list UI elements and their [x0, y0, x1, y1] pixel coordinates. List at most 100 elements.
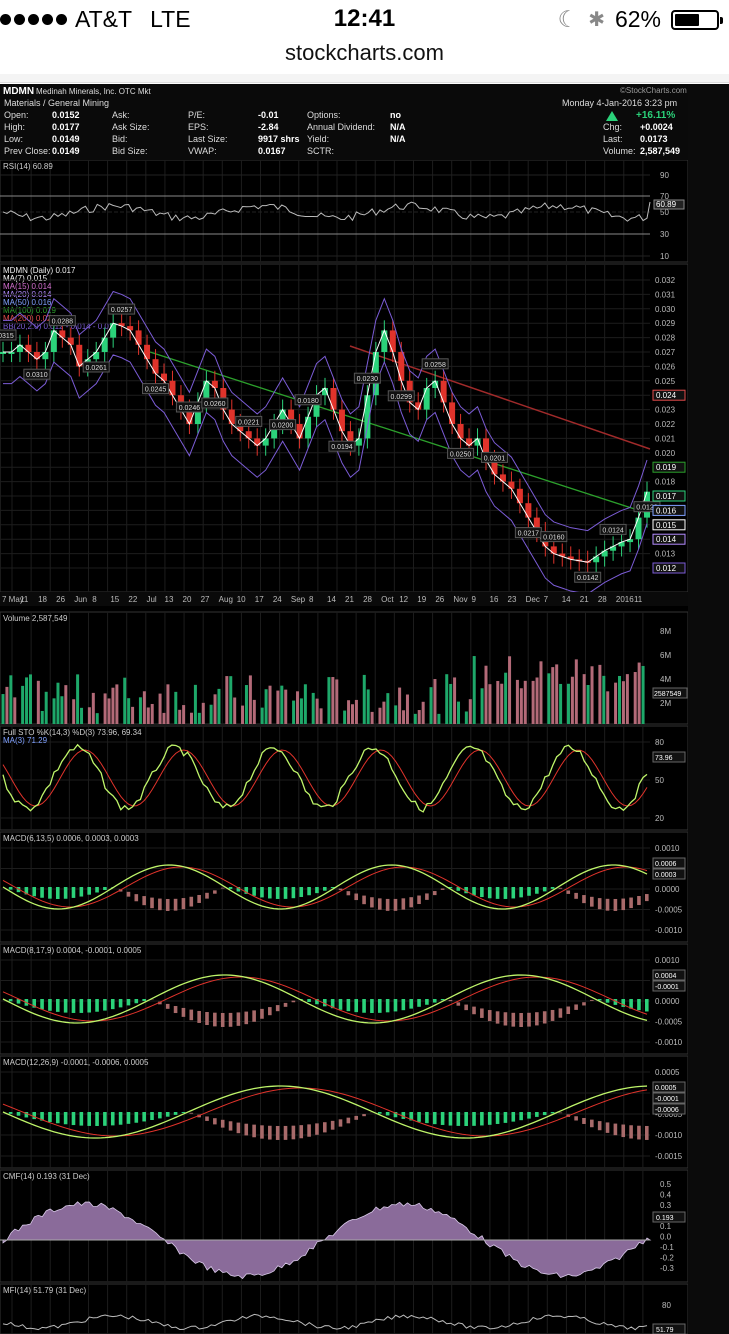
price-tag-value: 0.012: [656, 564, 677, 573]
macd3-panel-histogram: [362, 1114, 366, 1117]
volume-bar: [570, 676, 574, 724]
macd2-panel-histogram: [275, 1005, 280, 1012]
volume-bar: [535, 677, 539, 724]
macd2-panel-histogram: [307, 999, 311, 1003]
volume-bar: [252, 699, 256, 724]
price-candle: [338, 409, 345, 432]
macd2-panel-histogram: [409, 999, 413, 1009]
address-bar[interactable]: stockcharts.com: [0, 40, 729, 70]
stat-label: Bid Size:: [112, 146, 148, 156]
price-candle: [296, 424, 303, 439]
stat-label: Last:: [603, 134, 623, 144]
page-margin: [688, 84, 729, 1334]
macd3-panel-histogram: [425, 1112, 429, 1124]
volume-bar: [602, 675, 606, 724]
macd1-panel-histogram: [8, 887, 13, 890]
macd3-panel-histogram: [48, 1112, 52, 1123]
macd3-panel-histogram: [574, 1116, 578, 1121]
macd3-panel-histogram: [103, 1112, 107, 1126]
price-annotation: 0.0310: [26, 372, 48, 379]
volume-bar: [519, 688, 523, 724]
stock-chart[interactable]: MDMN Medinah Minerals, Inc. OTC Mkt Mate…: [0, 84, 688, 1334]
stat-value: 9917 shrs: [258, 134, 300, 144]
volume-bar: [354, 699, 358, 724]
macd1-panel-histogram: [487, 887, 492, 899]
macd2-panel-histogram: [472, 1006, 476, 1015]
price-annotation: 0.0261: [85, 365, 107, 372]
macd1-panel-histogram: [48, 887, 52, 899]
macd1-panel-histogram: [535, 887, 539, 894]
price-annotation: 0.0194: [331, 444, 353, 451]
stat-label: High:: [4, 122, 26, 132]
macd3-panel-histogram: [205, 1116, 209, 1121]
macd1-panel-histogram: [495, 887, 500, 899]
price-annotation: 0.0250: [450, 451, 472, 458]
macd3-panel-histogram: [590, 1119, 594, 1128]
price-annotation: 0.0180: [297, 398, 319, 405]
macd2-panel-histogram: [291, 1000, 296, 1003]
volume-tick: 6M: [660, 651, 671, 660]
macd2-panel-histogram: [87, 999, 91, 1013]
stat-label: VWAP:: [188, 146, 217, 156]
price-tag-value: 0.014: [656, 535, 677, 544]
macd3-panel-histogram: [377, 1112, 382, 1114]
macd1-panel-histogram: [440, 888, 445, 890]
macd3-panel-histogram: [71, 1112, 76, 1126]
rsi-tag-value: 60.89: [656, 200, 677, 209]
macd3-panel-histogram: [79, 1112, 84, 1126]
macd1-panel-tag-value: 0.0006: [655, 861, 677, 868]
x-axis-label: 8: [309, 595, 314, 604]
x-axis-label: 22: [128, 595, 137, 604]
stat-value: -0.01: [258, 110, 279, 120]
stat-label: Annual Dividend:: [307, 122, 376, 132]
macd3-panel-histogram: [283, 1125, 288, 1140]
volume-bar: [268, 685, 272, 724]
volume-bar: [9, 675, 13, 724]
macd2-panel-histogram: [126, 999, 131, 1006]
volume-bar: [551, 667, 555, 724]
volume-bar: [523, 680, 527, 724]
macd3-panel-histogram: [158, 1112, 162, 1119]
price-annotation: 0.0142: [577, 575, 599, 582]
x-axis-label: 21: [580, 595, 589, 604]
macd2-panel-histogram: [495, 1011, 500, 1024]
macd2-panel-histogram: [205, 1012, 209, 1026]
macd2-panel-histogram: [71, 999, 76, 1013]
volume-bar: [311, 692, 315, 724]
macd1-panel-histogram: [103, 887, 107, 891]
macd2-panel-histogram: [527, 1012, 531, 1027]
price-tick: 0.026: [655, 362, 676, 371]
volume-bar: [417, 710, 421, 724]
volume-bar: [637, 662, 641, 724]
stat-value: N/A: [390, 134, 406, 144]
x-axis-label: 8: [92, 595, 97, 604]
volume-bar: [378, 707, 382, 724]
x-axis-label: 26: [435, 595, 444, 604]
macd3-panel-histogram: [8, 1112, 13, 1114]
macd3-panel-histogram: [464, 1112, 468, 1126]
volume-bar: [464, 711, 468, 724]
cmf-tick: -0.2: [660, 1254, 674, 1263]
volume-bar: [437, 713, 441, 724]
macd1-panel-histogram: [323, 887, 327, 891]
stat-label: EPS:: [188, 122, 209, 132]
volume-bar: [189, 712, 193, 724]
macd1-panel-label: MACD(6,13,5) 0.0006, 0.0003, 0.0003: [3, 834, 139, 843]
stat-value: +0.0024: [640, 122, 673, 132]
stat-label: Low:: [4, 134, 24, 144]
price-candle: [550, 546, 557, 554]
macd3-panel-histogram: [346, 1117, 351, 1124]
x-axis-label: 14: [327, 595, 336, 604]
volume-bar: [472, 656, 476, 724]
volume-bar: [115, 684, 119, 724]
stat-value: 0.0152: [52, 110, 80, 120]
macd1-panel-histogram: [275, 887, 280, 899]
volume-bar: [36, 680, 40, 724]
macd3-panel-histogram: [244, 1123, 249, 1136]
macd1-panel-histogram: [354, 893, 359, 901]
macd1-panel-tick: 0.0000: [655, 885, 680, 894]
macd3-panel-histogram: [150, 1112, 154, 1121]
volume-bar: [398, 687, 402, 724]
volume-bar: [539, 661, 543, 724]
macd2-panel-histogram: [385, 999, 390, 1013]
